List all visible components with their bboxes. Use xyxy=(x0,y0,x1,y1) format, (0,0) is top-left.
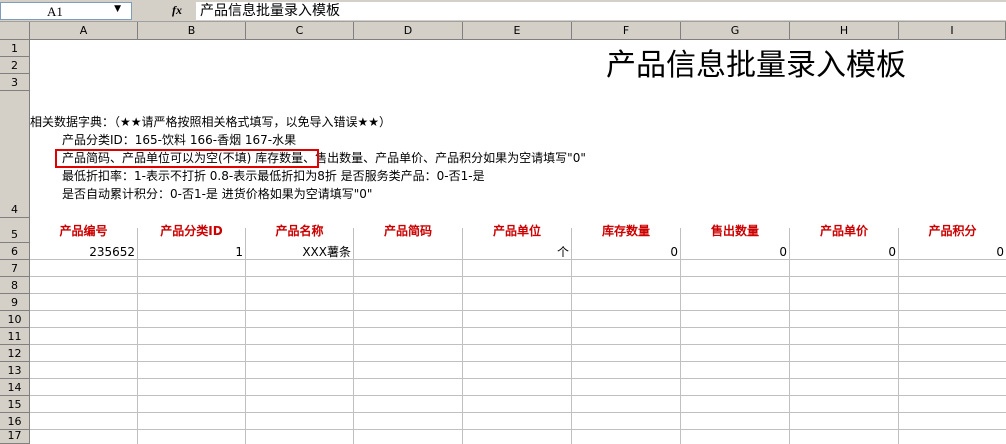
column-header-e[interactable]: E xyxy=(463,22,572,40)
header-cell[interactable]: 产品积分 xyxy=(899,219,1006,243)
data-cell[interactable]: XXX薯条 xyxy=(246,244,353,261)
data-cell[interactable]: 0 xyxy=(790,244,898,261)
header-cell[interactable]: 产品单位 xyxy=(463,219,571,243)
gridline xyxy=(30,361,1006,362)
notes-cell[interactable]: 相关数据字典：（★★请严格按照相关格式填写，以免导入错误★★） 产品分类ID：1… xyxy=(30,113,1006,228)
data-cell[interactable]: 1 xyxy=(138,244,245,261)
data-cell[interactable]: 235652 xyxy=(30,244,137,261)
gridline xyxy=(30,412,1006,413)
column-header-a[interactable]: A xyxy=(30,22,138,40)
column-header-h[interactable]: H xyxy=(790,22,899,40)
header-cell[interactable]: 产品编号 xyxy=(30,219,137,243)
chevron-down-icon[interactable]: ▼ xyxy=(114,4,121,14)
gridline xyxy=(30,310,1006,311)
highlight-box xyxy=(55,149,319,168)
data-cell[interactable]: 个 xyxy=(463,244,571,261)
row-header-11[interactable]: 11 xyxy=(0,328,30,345)
row-header-13[interactable]: 13 xyxy=(0,362,30,379)
note-line: 产品分类ID：165-饮料 166-香烟 167-水果 xyxy=(62,133,297,147)
template-title[interactable]: 产品信息批量录入模板 xyxy=(30,41,906,91)
row-header-12[interactable]: 12 xyxy=(0,345,30,362)
row-header-16[interactable]: 16 xyxy=(0,413,30,430)
spreadsheet-grid[interactable]: A B C D E F G H I 1 2 3 4 5 6 7 8 9 10 1… xyxy=(0,22,1006,444)
name-box-value: A1 xyxy=(47,4,63,19)
function-icon[interactable]: fx xyxy=(172,3,182,18)
header-cell[interactable]: 产品简码 xyxy=(354,219,462,243)
row-header-9[interactable]: 9 xyxy=(0,294,30,311)
select-all-corner[interactable] xyxy=(0,22,30,40)
data-cell[interactable]: 0 xyxy=(681,244,789,261)
row-header-8[interactable]: 8 xyxy=(0,277,30,294)
gridline xyxy=(30,293,1006,294)
data-cell[interactable]: 0 xyxy=(899,244,1006,261)
row-header-6[interactable]: 6 xyxy=(0,243,30,260)
row-header-14[interactable]: 14 xyxy=(0,379,30,396)
gridline xyxy=(30,276,1006,277)
row-header-3[interactable]: 3 xyxy=(0,74,30,91)
formula-bar: A1 ▼ fx 产品信息批量录入模板 xyxy=(0,0,1006,22)
note-line: 是否自动累计积分：0-否1-是 进货价格如果为空请填写"0" xyxy=(62,187,373,201)
column-header-f[interactable]: F xyxy=(572,22,681,40)
column-header-i[interactable]: I xyxy=(899,22,1006,40)
formula-input[interactable]: 产品信息批量录入模板 xyxy=(196,2,1006,20)
header-cell[interactable]: 售出数量 xyxy=(681,219,789,243)
row-header-10[interactable]: 10 xyxy=(0,311,30,328)
column-header-b[interactable]: B xyxy=(138,22,246,40)
gridline xyxy=(30,327,1006,328)
gridline xyxy=(30,429,1006,430)
column-header-g[interactable]: G xyxy=(681,22,790,40)
header-cell[interactable]: 产品单价 xyxy=(790,219,898,243)
row-header-15[interactable]: 15 xyxy=(0,396,30,413)
column-header-c[interactable]: C xyxy=(246,22,354,40)
column-header-d[interactable]: D xyxy=(354,22,463,40)
gridline xyxy=(30,395,1006,396)
data-cell[interactable]: 0 xyxy=(572,244,680,261)
row-header-17[interactable]: 17 xyxy=(0,429,30,444)
gridline xyxy=(30,344,1006,345)
row-header-7[interactable]: 7 xyxy=(0,260,30,277)
row-header-4[interactable]: 4 xyxy=(0,91,30,218)
row-header-5[interactable]: 5 xyxy=(0,218,30,243)
header-cell[interactable]: 产品名称 xyxy=(246,219,353,243)
header-cell[interactable]: 库存数量 xyxy=(572,219,680,243)
row-header-2[interactable]: 2 xyxy=(0,57,30,74)
name-box[interactable]: A1 ▼ xyxy=(0,2,132,20)
data-cell[interactable] xyxy=(354,244,462,261)
gridline xyxy=(30,378,1006,379)
note-line: 最低折扣率：1-表示不打折 0.8-表示最低折扣为8折 是否服务类产品：0-否1… xyxy=(62,169,485,183)
header-cell[interactable]: 产品分类ID xyxy=(138,219,245,243)
row-header-1[interactable]: 1 xyxy=(0,40,30,57)
note-line: 相关数据字典：（★★请严格按照相关格式填写，以免导入错误★★） xyxy=(30,115,392,129)
